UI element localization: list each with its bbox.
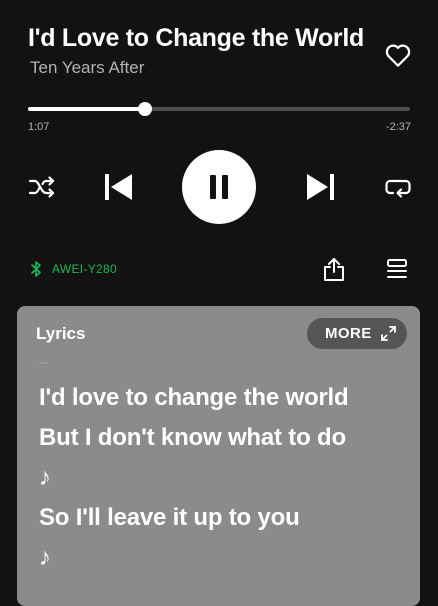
share-icon[interactable] [322, 256, 346, 282]
lyric-separator: – [39, 354, 48, 371]
elapsed-time: 1:07 [28, 121, 50, 133]
lyric-line: But I don't know what to do [39, 424, 346, 451]
artist-name[interactable]: Ten Years After [30, 58, 144, 78]
progress-fill [28, 107, 145, 111]
skip-next-icon[interactable] [305, 172, 335, 202]
progress-bar[interactable] [28, 102, 410, 116]
connected-device[interactable]: AWEI-Y280 [30, 260, 117, 278]
lyric-line: So I'll leave it up to you [39, 504, 300, 531]
lyrics-card[interactable]: Lyrics MORE – I'd love to change the wor… [17, 306, 420, 606]
lyric-line: I'd love to change the world [39, 384, 349, 411]
pause-button[interactable] [182, 150, 256, 224]
pause-icon [210, 175, 228, 199]
lyric-line: ♪ [39, 544, 51, 571]
bluetooth-icon [31, 261, 41, 277]
track-title[interactable]: I'd Love to Change the World [28, 24, 364, 53]
lyrics-heading: Lyrics [36, 324, 86, 343]
lyric-line: ♪ [39, 464, 51, 491]
more-label: MORE [325, 325, 372, 342]
lyrics-more-button[interactable]: MORE [307, 318, 407, 349]
progress-handle[interactable] [137, 102, 152, 116]
repeat-icon[interactable] [384, 174, 412, 200]
skip-previous-icon[interactable] [104, 172, 134, 202]
shuffle-icon[interactable] [28, 174, 56, 200]
device-name: AWEI-Y280 [52, 262, 117, 276]
queue-icon[interactable] [386, 258, 408, 280]
expand-icon [381, 326, 396, 341]
heart-outline-icon[interactable] [383, 40, 413, 70]
remaining-time: -2:37 [385, 121, 411, 133]
